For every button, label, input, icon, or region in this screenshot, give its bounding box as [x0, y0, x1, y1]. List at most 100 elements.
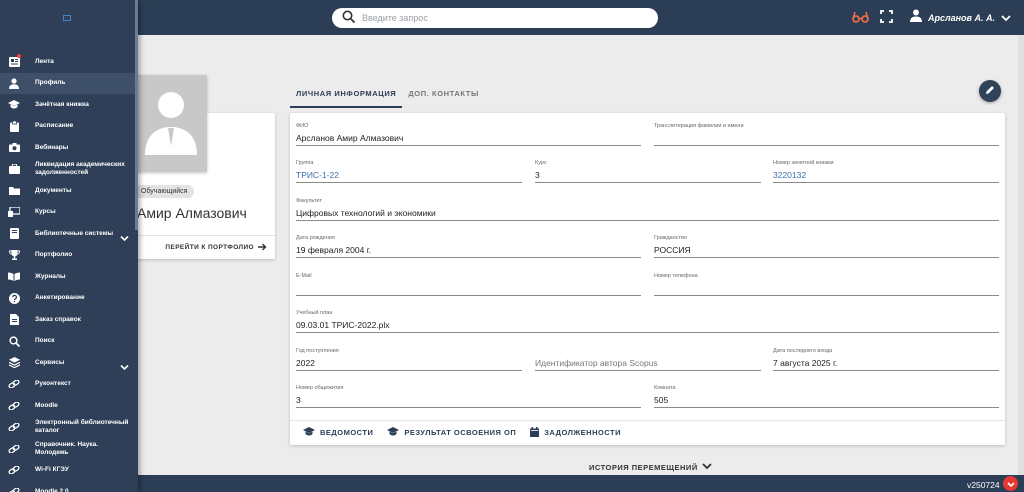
sidebar-item-label: Библиотечные системы — [35, 229, 114, 237]
sidebar-scrollbar[interactable] — [135, 0, 138, 230]
sidebar-item[interactable]: Moodle — [0, 395, 135, 417]
page-scrollbar[interactable] — [1018, 35, 1024, 475]
field-room[interactable]: Комната 505 — [654, 383, 999, 408]
profile-tabs: ЛИЧНАЯ ИНФОРМАЦИЯ ДОП. КОНТАКТЫ — [290, 84, 485, 108]
sidebar-item-label: Ликвидация академических задолженностей — [35, 161, 125, 177]
field-placeholder: Идентификатор автора Scopus — [535, 358, 658, 368]
portfolio-link[interactable]: ПЕРЕЙТИ К ПОРТФОЛИО — [138, 235, 275, 259]
field-value: 2022 — [296, 358, 315, 368]
program-results-label: РЕЗУЛЬТАТ ОСВОЕНИЯ ОП — [404, 428, 517, 437]
tab-personal-info[interactable]: ЛИЧНАЯ ИНФОРМАЦИЯ — [290, 84, 403, 108]
clipboard-icon — [8, 120, 20, 132]
field-value: РОССИЯ — [654, 245, 691, 255]
field-label: E-Mail — [296, 273, 312, 279]
glasses-icon[interactable] — [852, 10, 869, 29]
field-study-plan[interactable]: Учебный план 09.03.01 ТРИС-2022.plx — [296, 308, 999, 333]
sidebar-item-label: Moodle — [35, 401, 58, 409]
sidebar-item[interactable]: Ликвидация академических задолженностей — [0, 159, 135, 181]
sidebar-item[interactable]: Заказ справок — [0, 309, 135, 331]
debts-button[interactable]: ЗАДОЛЖЕННОСТИ — [530, 426, 621, 439]
notification-dot — [17, 54, 21, 58]
graduation-cap-icon — [303, 427, 315, 438]
tab-extra-contacts[interactable]: ДОП. КОНТАКТЫ — [402, 84, 485, 108]
field-label: Год поступления — [296, 348, 339, 354]
field-faculty[interactable]: Факультет Цифровых технологий и экономик… — [296, 196, 999, 221]
role-chip: Обучающийся — [135, 185, 195, 198]
sidebar-item-label: Расписание — [35, 122, 74, 130]
arrow-right-icon — [258, 243, 267, 253]
graduation-cap-icon — [8, 99, 20, 111]
search-icon — [342, 10, 356, 29]
field-birth-date[interactable]: Дата рождения 19 февраля 2004 г. — [296, 233, 641, 258]
avatar — [135, 75, 207, 172]
sidebar-item[interactable]: Анкетирование — [0, 288, 135, 310]
sidebar-item[interactable]: Сервисы — [0, 352, 135, 374]
user-menu[interactable]: Арсланов А. А. — [910, 9, 1011, 27]
briefcase-icon — [8, 163, 20, 175]
sidebar-item-label: Курсы — [35, 208, 56, 216]
person-icon — [8, 77, 20, 89]
user-name: Арсланов А. А. — [928, 13, 995, 23]
sidebar-item[interactable]: Moodle 2.0 — [0, 481, 135, 492]
version-toggle-button[interactable] — [1003, 476, 1018, 491]
sidebar-item-label: Wi-Fi КГЭУ — [35, 466, 69, 474]
history-label: ИСТОРИЯ ПЕРЕМЕЩЕНИЙ — [589, 463, 698, 472]
field-record-book[interactable]: Номер зачетной книжки 3220132 — [773, 158, 999, 183]
sidebar-item[interactable]: Портфолио — [0, 245, 135, 267]
sidebar-item[interactable]: Библиотечные системы — [0, 223, 135, 245]
field-scopus-id[interactable]: Идентификатор автора Scopus — [535, 346, 761, 371]
fullscreen-icon[interactable] — [880, 10, 893, 28]
field-group[interactable]: Группа ТРИС-1-22 — [296, 158, 522, 183]
sidebar-item[interactable]: Вебинары — [0, 137, 135, 159]
sidebar-item[interactable]: Журналы — [0, 266, 135, 288]
sidebar-item[interactable]: Профиль — [0, 72, 135, 94]
field-label: Дата рождения — [296, 235, 335, 241]
top-bar: T Арсланов А. А. — [0, 0, 1024, 35]
actions-bar: ВЕДОМОСТИ РЕЗУЛЬТАТ ОСВОЕНИЯ ОП ЗАДОЛЖЕН… — [290, 420, 1005, 444]
calendar-icon — [530, 426, 540, 439]
sidebar-item[interactable]: Руконтекст — [0, 374, 135, 396]
chevron-down-icon — [1001, 9, 1011, 27]
field-email[interactable]: E-Mail — [296, 271, 641, 296]
search-box[interactable] — [332, 8, 658, 28]
sidebar-item-label: Портфолио — [35, 251, 73, 259]
sidebar-nav: Лента Профиль Зачётная книжка Расписание Веб… — [0, 51, 135, 492]
field-value: Арсланов Амир Алмазович — [296, 133, 404, 143]
sidebar-item[interactable]: Wi-Fi КГЭУ — [0, 460, 135, 482]
field-label: Курс — [535, 160, 547, 166]
search-input[interactable] — [362, 10, 642, 26]
sidebar-item[interactable]: Электронный библиотечный каталог — [0, 417, 135, 439]
field-course[interactable]: Курс 3 — [535, 158, 761, 183]
folder-icon — [8, 185, 20, 197]
sidebar-item[interactable]: Расписание — [0, 116, 135, 138]
document-icon — [8, 314, 20, 326]
sidebar-item[interactable]: Лента — [0, 51, 135, 73]
field-label: ФИО — [296, 123, 309, 129]
trophy-icon — [8, 249, 20, 261]
sidebar-item-label: Сервисы — [35, 358, 65, 366]
field-phone[interactable]: Номер телефона — [654, 271, 999, 296]
sidebar-item[interactable]: Курсы — [0, 202, 135, 224]
history-toggle[interactable]: ИСТОРИЯ ПЕРЕМЕЩЕНИЙ — [589, 463, 712, 472]
field-citizenship[interactable]: Гражданство РОССИЯ — [654, 233, 999, 258]
field-label: Комната — [654, 385, 676, 391]
edit-button[interactable] — [979, 80, 1001, 102]
sidebar-item[interactable]: Поиск — [0, 331, 135, 353]
sidebar-item[interactable]: Справочник. Наука. Молодежь — [0, 438, 135, 460]
field-dorm[interactable]: Номер общежития 3 — [296, 383, 641, 408]
bottom-bar — [0, 475, 1024, 492]
sidebar-item[interactable]: Документы — [0, 180, 135, 202]
program-results-button[interactable]: РЕЗУЛЬТАТ ОСВОЕНИЯ ОП — [387, 427, 516, 438]
sidebar-item[interactable]: Зачётная книжка — [0, 94, 135, 116]
grades-sheets-button[interactable]: ВЕДОМОСТИ — [303, 427, 373, 438]
field-translit[interactable]: Транслитерация фамилии и имени — [654, 121, 999, 146]
field-label: Гражданство — [654, 235, 687, 241]
question-icon — [8, 292, 20, 304]
field-value[interactable]: ТРИС-1-22 — [296, 170, 339, 180]
layers-icon — [8, 357, 20, 369]
field-fio[interactable]: ФИО Арсланов Амир Алмазович — [296, 121, 641, 146]
field-last-login[interactable]: Дата последнего входа 7 августа 2025 г. — [773, 346, 999, 371]
field-value[interactable]: 3220132 — [773, 170, 806, 180]
field-admission-year[interactable]: Год поступления 2022 — [296, 346, 522, 371]
link-icon — [8, 464, 20, 476]
